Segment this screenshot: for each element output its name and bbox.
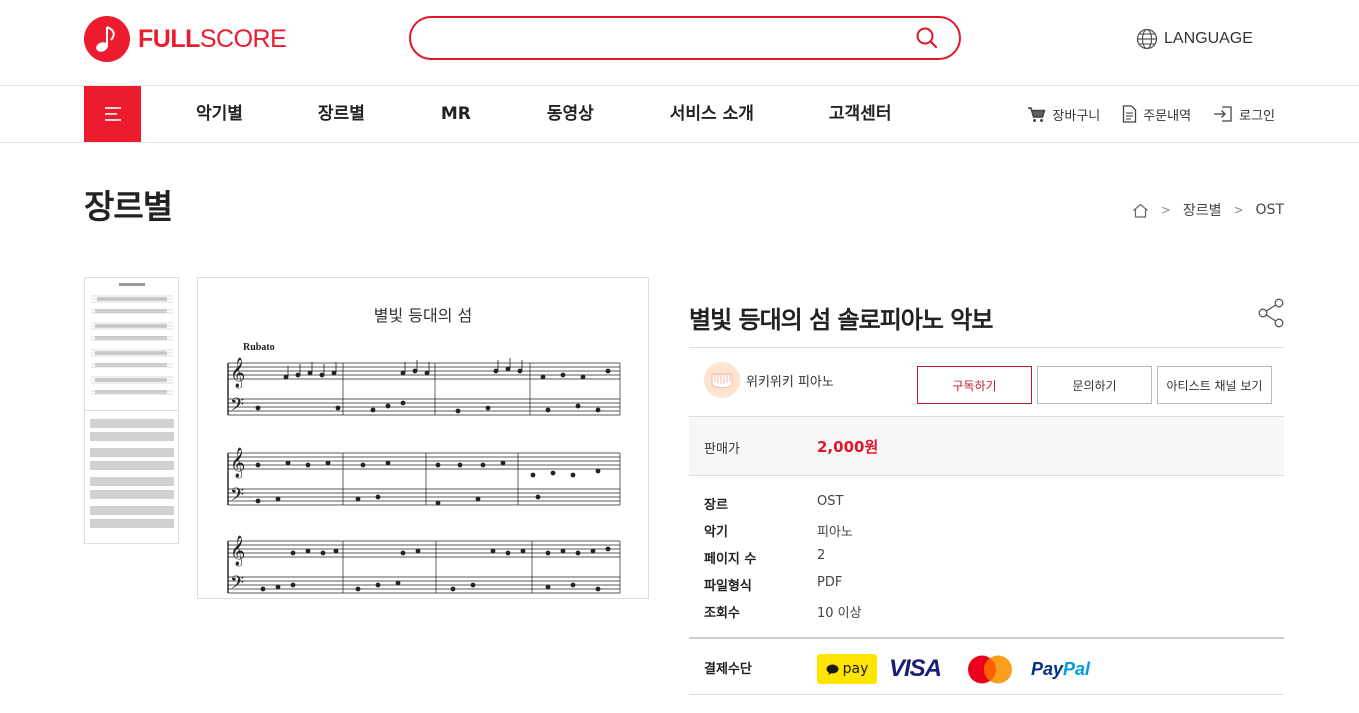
score-preview[interactable]: 별빛 등대의 섬 Rubato 𝄞 𝄢 𝄞 𝄢 𝄞 𝄢 xyxy=(197,277,649,599)
language-label: LANGUAGE xyxy=(1164,30,1253,47)
share-icon[interactable] xyxy=(1257,298,1285,332)
divider xyxy=(689,694,1284,695)
search-icon[interactable] xyxy=(915,26,939,50)
login-icon xyxy=(1214,106,1232,122)
nav-items: 악기별 장르별 MR 동영상 서비스 소개 고객센터 xyxy=(141,86,891,142)
price-row: 판매가 2,000원 xyxy=(689,417,1284,476)
price-value: 2,000원 xyxy=(817,438,879,456)
visa-logo: VISA xyxy=(889,655,942,682)
breadcrumb: > 장르별 > OST xyxy=(1132,200,1284,220)
artist-avatar xyxy=(704,362,740,398)
svg-text:𝄢: 𝄢 xyxy=(230,395,244,420)
spec-key: 악기 xyxy=(704,525,728,540)
nav-item-genre[interactable]: 장르별 xyxy=(318,86,365,142)
spec-value: OST xyxy=(817,494,844,509)
spec-key: 페이지 수 xyxy=(704,552,757,567)
menu-button[interactable] xyxy=(84,86,141,142)
svg-text:𝄢: 𝄢 xyxy=(230,485,244,510)
music-note-icon xyxy=(84,16,130,62)
spec-value: 피아노 xyxy=(817,525,853,540)
login-label: 로그인 xyxy=(1239,108,1275,124)
artist-name: 위키위키 피아노 xyxy=(746,374,834,390)
cart-link[interactable]: 장바구니 xyxy=(1027,105,1100,124)
inquire-button[interactable]: 문의하기 xyxy=(1037,366,1152,404)
spec-value: 2 xyxy=(817,548,826,563)
cart-icon xyxy=(1028,106,1046,122)
login-link[interactable]: 로그인 xyxy=(1213,105,1275,124)
divider xyxy=(689,347,1284,348)
spec-key: 장르 xyxy=(704,498,728,513)
nav-item-mr[interactable]: MR xyxy=(441,86,471,142)
thumbnail-list xyxy=(84,277,179,544)
speech-bubble-icon xyxy=(826,664,839,675)
divider xyxy=(689,637,1284,639)
globe-icon xyxy=(1136,28,1158,50)
nav-item-support[interactable]: 고객센터 xyxy=(829,86,892,142)
site-header: FULLSCORE LANGUAGE xyxy=(0,0,1359,86)
kakaopay-logo: pay xyxy=(817,654,877,684)
spec-key: 파일형식 xyxy=(704,579,752,594)
spec-value: 10 이상 xyxy=(817,606,862,621)
document-icon xyxy=(1123,105,1137,123)
thumbnail-page-1[interactable] xyxy=(85,278,178,410)
music-staff-image: 𝄞 𝄢 𝄞 𝄢 𝄞 𝄢 xyxy=(227,357,621,598)
chevron-right-icon: > xyxy=(1233,203,1244,217)
thumbnail-page-2[interactable] xyxy=(85,410,178,542)
kakaopay-text: pay xyxy=(842,661,869,677)
breadcrumb-genre[interactable]: 장르별 xyxy=(1183,200,1222,220)
home-icon[interactable] xyxy=(1132,203,1149,218)
subscribe-button[interactable]: 구독하기 xyxy=(917,366,1032,404)
cart-label: 장바구니 xyxy=(1052,108,1101,124)
spec-key: 조회수 xyxy=(704,606,740,621)
hamburger-icon xyxy=(104,107,121,121)
nav-item-video[interactable]: 동영상 xyxy=(547,86,594,142)
artist-info[interactable]: 위키위키 피아노 xyxy=(704,362,834,398)
logo[interactable]: FULLSCORE xyxy=(84,16,287,62)
spec-value: PDF xyxy=(817,575,843,590)
artist-channel-button[interactable]: 아티스트 채널 보기 xyxy=(1157,366,1272,404)
orders-label: 주문내역 xyxy=(1143,108,1192,124)
main-nav: 악기별 장르별 MR 동영상 서비스 소개 고객센터 장바구니 주문내역 로그인 xyxy=(0,86,1359,143)
mastercard-logo xyxy=(967,655,1013,684)
svg-text:𝄢: 𝄢 xyxy=(230,573,244,598)
logo-text: FULLSCORE xyxy=(138,24,287,53)
chevron-right-icon: > xyxy=(1160,203,1171,217)
nav-item-service[interactable]: 서비스 소개 xyxy=(670,86,754,142)
svg-text:𝄞: 𝄞 xyxy=(230,357,245,389)
search-bar xyxy=(409,16,961,60)
price-label: 판매가 xyxy=(704,442,740,457)
svg-text:𝄞: 𝄞 xyxy=(230,447,245,479)
user-utilities: 장바구니 주문내역 로그인 xyxy=(1005,86,1275,142)
orders-link[interactable]: 주문내역 xyxy=(1122,105,1191,124)
search-input[interactable] xyxy=(429,26,909,50)
svg-text:𝄞: 𝄞 xyxy=(230,535,245,567)
product-title: 별빛 등대의 섬 솔로피아노 악보 xyxy=(689,306,993,334)
payment-label: 결제수단 xyxy=(704,662,752,677)
nav-item-instrument[interactable]: 악기별 xyxy=(196,86,243,142)
paypal-logo: PayPal xyxy=(1031,659,1091,679)
language-selector[interactable]: LANGUAGE xyxy=(1136,28,1253,50)
breadcrumb-ost[interactable]: OST xyxy=(1256,202,1284,218)
page-title: 장르별 xyxy=(84,187,173,226)
